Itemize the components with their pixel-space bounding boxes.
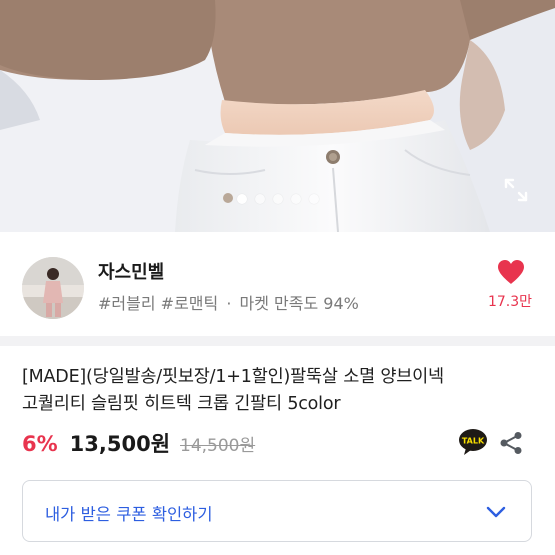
seller-avatar[interactable] xyxy=(22,257,84,319)
gallery-dot[interactable] xyxy=(290,194,301,204)
product-title: [MADE](당일발송/핏보장/1+1할인)팔뚝살 소멸 양브이넥 고퀄리티 슬… xyxy=(22,364,542,418)
gallery-dot[interactable] xyxy=(236,194,247,204)
market-satisfaction: 마켓 만족도 94% xyxy=(239,294,359,313)
price-row: 6% 13,500원 14,500원 xyxy=(22,428,255,458)
coupon-check-button[interactable]: 내가 받은 쿠폰 확인하기 xyxy=(22,480,532,542)
coupon-label: 내가 받은 쿠폰 확인하기 xyxy=(45,505,213,524)
heart-icon[interactable] xyxy=(497,259,525,285)
seller-tag[interactable]: #러블리 xyxy=(98,294,156,313)
like-count: 17.3만 xyxy=(487,294,533,310)
original-price: 14,500원 xyxy=(180,436,256,456)
chevron-down-icon xyxy=(484,500,508,524)
svg-text:TALK: TALK xyxy=(462,437,485,446)
gallery-dot[interactable] xyxy=(254,194,265,204)
sale-price: 13,500원 xyxy=(69,432,171,456)
gallery-dot[interactable] xyxy=(272,194,283,204)
section-divider xyxy=(0,336,555,346)
product-title-line: 고퀄리티 슬림핏 히트텍 크롭 긴팔티 5color xyxy=(22,394,341,414)
gallery-pagination[interactable] xyxy=(0,194,555,204)
separator-dot: · xyxy=(226,294,232,313)
seller-name[interactable]: 자스민벨 xyxy=(98,258,164,284)
product-image-gallery[interactable] xyxy=(0,0,555,232)
expand-icon[interactable] xyxy=(502,176,530,204)
product-title-line: [MADE](당일발송/핏보장/1+1할인)팔뚝살 소멸 양브이넥 xyxy=(22,367,444,387)
seller-tags: #러블리 #로맨틱 · 마켓 만족도 94% xyxy=(98,290,359,314)
share-icon[interactable] xyxy=(499,431,523,455)
kakao-talk-icon[interactable]: TALK xyxy=(458,428,488,456)
discount-rate: 6% xyxy=(22,432,58,456)
seller-tag[interactable]: #로맨틱 xyxy=(161,294,219,313)
gallery-dot[interactable] xyxy=(308,194,319,204)
